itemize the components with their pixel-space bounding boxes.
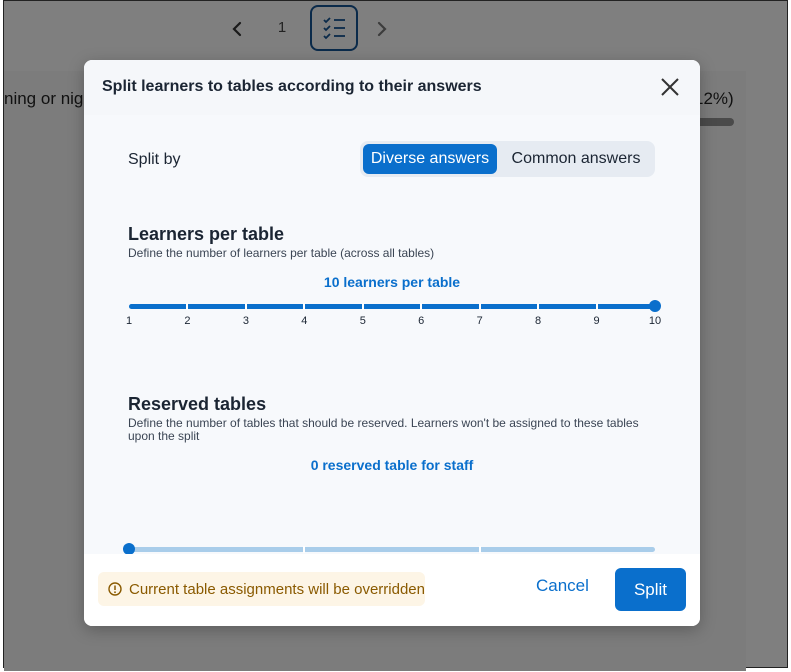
learners-per-table-value: 10 learners per table — [323, 274, 461, 290]
warning-icon — [108, 582, 122, 596]
learners-slider-tick-label: 6 — [418, 315, 425, 327]
common-answers-option[interactable]: Common answers — [501, 144, 651, 174]
warning-text: Current table assignments will be overri… — [129, 581, 425, 598]
chevron-right-icon — [377, 21, 387, 37]
learners-slider-tick — [478, 303, 481, 310]
dialog-body: Split by Diverse answers Common answers … — [84, 115, 700, 570]
pager: 1 — [4, 1, 787, 59]
learners-slider-track-fill — [129, 304, 655, 309]
learners-slider-tick-label: 2 — [184, 315, 191, 327]
learners-per-table-description: Define the number of learners per table … — [128, 246, 435, 260]
dialog-header: Split learners to tables according to th… — [84, 60, 700, 115]
checklist-icon — [323, 17, 345, 40]
next-page-button[interactable] — [373, 17, 389, 41]
close-button[interactable] — [658, 75, 682, 99]
reserved-slider-tick — [303, 546, 306, 553]
learners-slider-tick — [303, 303, 306, 310]
reserved-tables-title: Reserved tables — [128, 394, 267, 414]
learners-slider-tick-label: 7 — [476, 315, 483, 327]
learners-per-table-title: Learners per table — [128, 224, 285, 244]
reserved-slider-tick — [478, 546, 481, 553]
background-text: ning or nigh — [4, 89, 93, 108]
learners-slider-tick-label: 1 — [125, 315, 133, 327]
learners-slider-tick-label: 9 — [593, 315, 600, 327]
prev-page-button[interactable] — [230, 17, 246, 41]
reserved-slider-track[interactable] — [129, 547, 655, 552]
dialog-footer: Current table assignments will be overri… — [84, 554, 700, 626]
reserved-tables-value: 0 reserved table for staff — [310, 457, 474, 473]
learners-slider-tick — [537, 303, 540, 310]
chevron-left-icon — [232, 21, 242, 37]
learners-slider-tick-label: 5 — [359, 315, 366, 327]
learners-slider-tick-label: 10 — [648, 315, 662, 327]
split-mode-toggle: Diverse answers Common answers — [360, 141, 655, 177]
close-icon — [661, 78, 679, 96]
cancel-button[interactable]: Cancel — [536, 576, 589, 596]
question-list-button[interactable] — [310, 5, 358, 51]
learners-slider-tick — [186, 303, 189, 310]
override-warning: Current table assignments will be overri… — [98, 572, 425, 606]
learners-slider-tick-label: 4 — [301, 315, 308, 327]
learners-slider-tick-label: 8 — [535, 315, 542, 327]
split-by-label: Split by — [128, 151, 181, 168]
learners-slider-tick — [361, 303, 364, 310]
split-learners-dialog: Split learners to tables according to th… — [84, 60, 700, 626]
learners-slider-thumb[interactable] — [649, 300, 661, 312]
learners-slider-tick — [595, 303, 598, 310]
diverse-answers-option[interactable]: Diverse answers — [363, 144, 497, 174]
learners-per-table-slider[interactable]: 1 2 3 4 5 6 7 8 9 10 — [126, 300, 661, 334]
dialog-title: Split learners to tables according to th… — [102, 78, 482, 95]
reserved-tables-description: Define the number of tables that should … — [128, 416, 639, 443]
split-button[interactable]: Split — [615, 568, 686, 611]
learners-slider-tick — [244, 303, 247, 310]
page-number[interactable]: 1 — [272, 19, 292, 36]
learners-slider-tick — [420, 303, 423, 310]
background-progress-bar — [694, 118, 734, 126]
learners-slider-tick-label: 3 — [242, 315, 249, 327]
